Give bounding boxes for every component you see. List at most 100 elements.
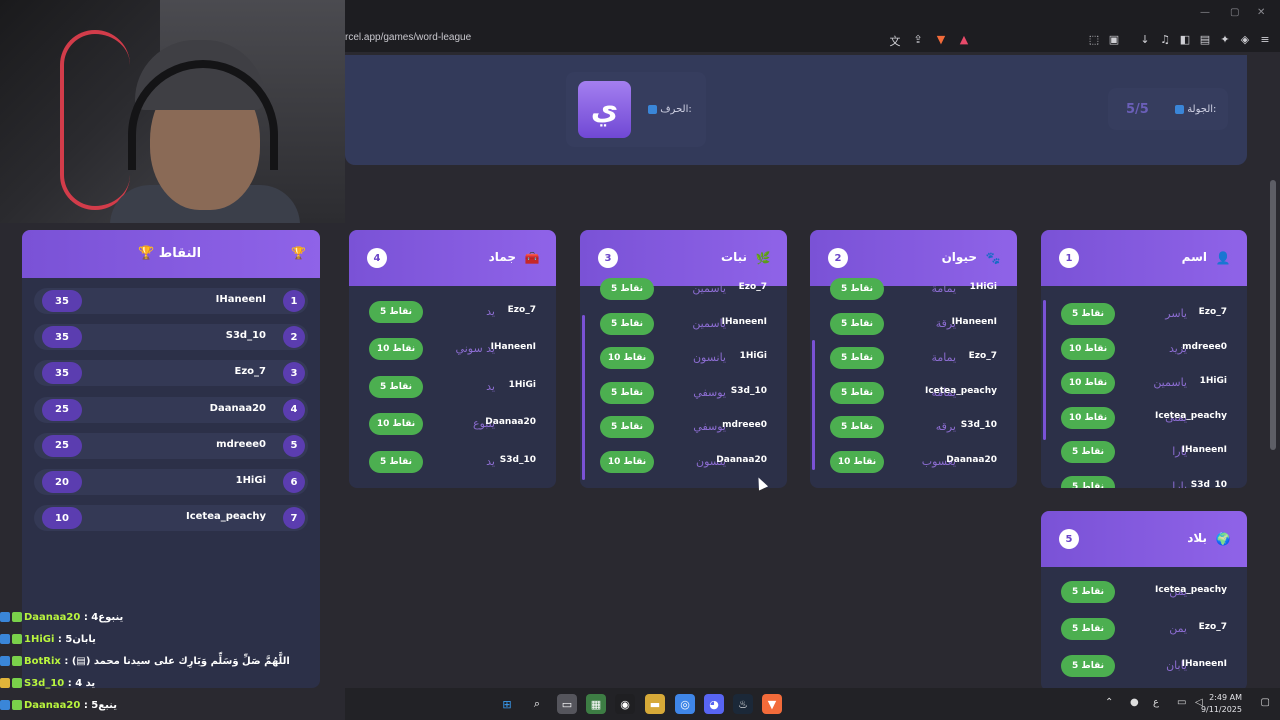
task-view-icon[interactable]: ▭ (557, 694, 577, 714)
chat-badge-icon (0, 700, 10, 710)
answer-word: يمن (1169, 622, 1187, 636)
category-card: 1 اسم 👤 5 نقاط ياسر Ezo_7 10 نقاط يزيد mdreee0 10… (1041, 230, 1247, 488)
leaf-icon: 🌿 (755, 251, 771, 265)
search-icon[interactable]: ⌕ (527, 694, 547, 714)
answer-player: mdreee0 (722, 420, 767, 431)
chat-sub-badge-icon (12, 634, 22, 644)
media-icon[interactable]: ♫ (1158, 33, 1172, 46)
brave-shield-icon[interactable]: ▼ (934, 33, 948, 46)
mic-icon[interactable]: ● (1130, 697, 1139, 708)
answer-word: يوسفي (693, 385, 726, 399)
answer-row: 10 نقاط يمنى Icetea_peachy (1051, 404, 1237, 432)
answer-player: IHaneenI (490, 342, 536, 353)
clock[interactable]: 2:49 AM 9/11/2025 (1201, 692, 1242, 716)
maximize-icon[interactable]: ▢ (1230, 7, 1239, 18)
points-badge: 10 نقاط (1061, 372, 1115, 395)
share-icon[interactable]: ⇪ (911, 33, 925, 46)
answer-player: mdreee0 (1182, 341, 1227, 352)
clock-time: 2:49 AM (1209, 693, 1242, 702)
network-icon[interactable]: ▭ (1177, 697, 1186, 708)
answer-row: 10 نقاط ياسمين 1HiGi (1051, 369, 1237, 397)
answer-row: 10 نقاط يزيد mdreee0 (1051, 335, 1237, 363)
points-badge: 5 نقاط (600, 312, 654, 335)
answer-player: IHaneenI (951, 316, 997, 327)
notification-icon[interactable]: ▢ (1261, 697, 1270, 708)
leaderboard-player-name: mdreee0 (216, 438, 266, 450)
trophy-icon: 🏆 (291, 246, 306, 260)
category-title: حيوان (941, 250, 977, 264)
chat-username: BotRix (24, 656, 61, 667)
current-letter: ي (578, 81, 631, 138)
category-scroll-accent[interactable] (582, 315, 585, 480)
chat-message: Daanaa20 : ينبوع4 (0, 612, 345, 634)
webcam-overlay (0, 0, 345, 223)
leaderboard-player-name: Daanaa20 (209, 402, 266, 414)
windows-start-icon[interactable]: ⊞ (497, 694, 517, 714)
vpn-icon[interactable]: ◈ (1238, 33, 1252, 46)
brave-icon[interactable]: ▼ (762, 694, 782, 714)
tray-chevron-icon[interactable]: ⌃ (1105, 697, 1113, 708)
category-title: نبات (721, 250, 747, 264)
translate-icon[interactable]: 文 (888, 33, 902, 49)
chrome-icon[interactable]: ◎ (675, 694, 695, 714)
points-badge: 5 نقاط (369, 450, 423, 473)
answer-word: ياسمين (1153, 376, 1187, 390)
category-title: اسم (1181, 250, 1207, 264)
chat-sub-badge-icon (12, 700, 22, 710)
input-language[interactable]: ع (1153, 697, 1159, 708)
answer-player: Ezo_7 (738, 282, 767, 292)
address-bar[interactable]: rcel.app/games/word-league 文 ⇪ ▼ ▲ ⬚ ▣ ↓… (345, 28, 1280, 52)
answer-word: يد (486, 379, 495, 393)
menu-icon[interactable]: ≡ (1258, 33, 1272, 46)
points-badge: 5 نقاط (830, 278, 884, 300)
wallet-icon[interactable]: ▤ (1198, 33, 1212, 46)
category-scroll-accent[interactable] (1043, 300, 1046, 440)
brave-rewards-icon[interactable]: ▲ (957, 33, 971, 46)
discord-icon[interactable]: ◕ (704, 694, 724, 714)
points-badge: 5 نقاط (830, 416, 884, 439)
chat-message: 1HiGi : يابان5 (0, 634, 345, 656)
category-scroll-accent[interactable] (812, 340, 815, 470)
screenshot-icon[interactable]: ▣ (1107, 33, 1121, 46)
answer-row: 5 نقاط يمامة Ezo_7 (820, 344, 1007, 372)
answer-row: 10 نقاط يانسون 1HiGi (590, 344, 777, 372)
url-text[interactable]: rcel.app/games/word-league (345, 32, 471, 43)
leaderboard-header: 🏆 النقاط 🏆 (22, 230, 320, 278)
leo-ai-icon[interactable]: ✦ (1218, 33, 1232, 46)
answer-row: 5 نقاط يمامه Icetea_peachy (820, 379, 1007, 407)
chat-message: Daanaa20 : ينبع5 (0, 700, 345, 720)
leaderboard-score: 10 (42, 507, 82, 530)
steam-icon[interactable]: ♨ (733, 694, 753, 714)
obs-icon[interactable]: ◉ (615, 694, 635, 714)
answer-player: Daanaa20 (716, 455, 767, 465)
answer-player: 1HiGi (1199, 376, 1227, 387)
answer-row: 5 نقاط يرقة IHaneenI (820, 310, 1007, 338)
leaderboard-row: 20 1HiGi 6 (34, 469, 308, 495)
points-badge: 5 نقاط (830, 347, 884, 370)
answer-player: S3d_10 (960, 420, 997, 431)
store-icon[interactable]: ▦ (586, 694, 606, 714)
extensions-icon[interactable]: ⬚ (1087, 33, 1101, 46)
answer-row: 5 نقاط يوسفي S3d_10 (590, 379, 777, 407)
sidebar-icon[interactable]: ◧ (1178, 33, 1192, 46)
download-icon[interactable]: ↓ (1138, 33, 1152, 46)
answer-word: ياسمين (692, 282, 726, 295)
leaderboard-row: 25 mdreee0 5 (34, 432, 308, 459)
answer-row: 5 نقاط ياسمين IHaneenI (590, 310, 777, 338)
answer-row: 5 نقاط يوسفي mdreee0 (590, 413, 777, 441)
clock-date: 9/11/2025 (1200, 705, 1242, 714)
answer-row: 10 نقاط يعسوب Daanaa20 (820, 448, 1007, 476)
file-explorer-icon[interactable]: ▬ (645, 694, 665, 714)
answer-row: 5 نقاط يمن Ezo_7 (1051, 615, 1237, 643)
leaderboard-score: 25 (42, 434, 82, 457)
chat-badge-icon (0, 678, 10, 688)
chat-sub-badge-icon (12, 612, 22, 622)
points-badge: 5 نقاط (369, 375, 423, 398)
chat-message: BotRix : (▤) اللَّهُمَّ صَلِّ وَسَلِّم و… (0, 656, 345, 678)
page-scrollbar[interactable] (1270, 180, 1276, 450)
close-icon[interactable]: ✕ (1257, 7, 1265, 18)
chat-username: Daanaa20 (24, 700, 81, 711)
answer-row: 5 نقاط يمن Icetea_peachy (1051, 578, 1237, 606)
points-badge: 5 نقاط (1061, 303, 1115, 325)
minimize-icon[interactable]: — (1200, 7, 1210, 18)
